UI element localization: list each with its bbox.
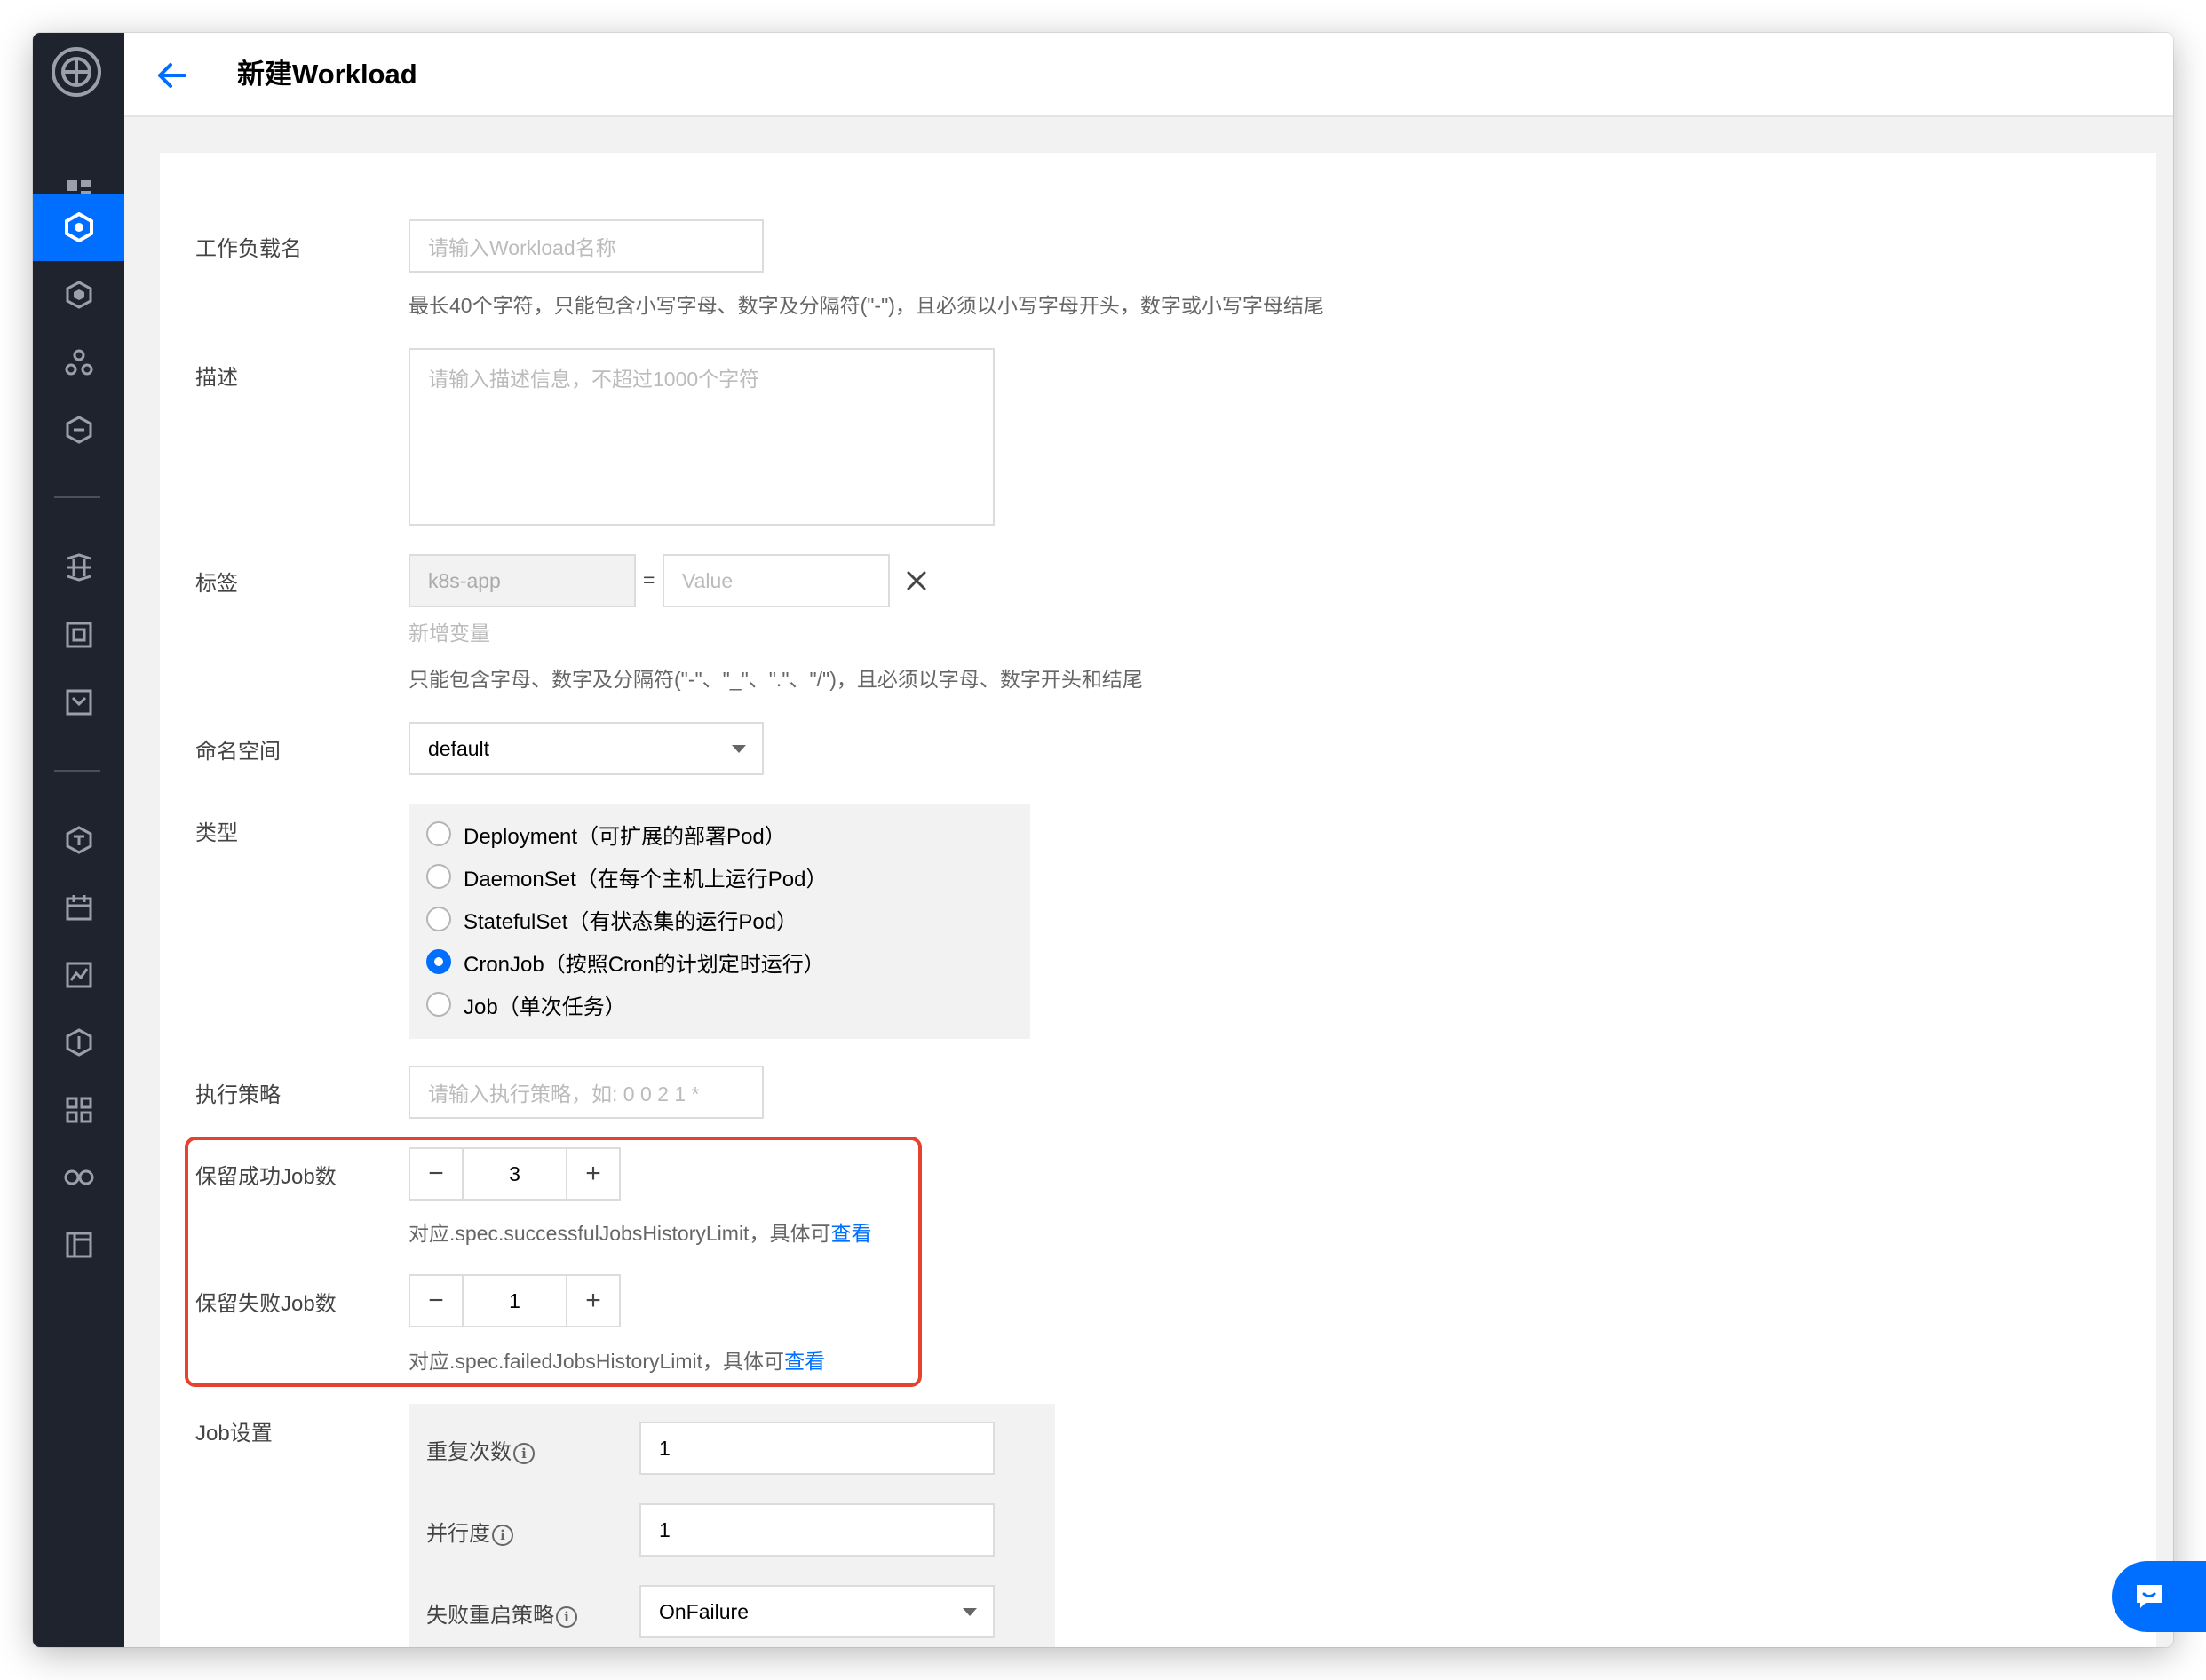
sidebar-divider: [54, 496, 100, 498]
storage-icon[interactable]: [33, 601, 124, 669]
type-option-label: CronJob（按照Cron的计划定时运行）: [464, 952, 825, 977]
security-icon[interactable]: [33, 1009, 124, 1076]
radio-button[interactable]: [426, 821, 451, 846]
remove-label-close-icon[interactable]: [902, 567, 931, 595]
completions-input[interactable]: 1: [639, 1422, 995, 1475]
type-option-label: DaemonSet（在每个主机上运行Pod）: [464, 867, 828, 892]
namespace-select[interactable]: default: [409, 722, 764, 775]
schedule-label: 执行策略: [195, 1083, 281, 1107]
monitor-icon[interactable]: [33, 941, 124, 1009]
description-textarea[interactable]: 请输入描述信息，不超过1000个字符: [409, 348, 995, 526]
failed-jobs-view-link[interactable]: 查看: [784, 1350, 825, 1373]
success-jobs-value[interactable]: 3: [462, 1149, 567, 1199]
page-title: 新建Workload: [237, 59, 417, 90]
service-mesh-icon[interactable]: [33, 396, 124, 464]
type-option-statefulset[interactable]: StatefulSet（有状态集的运行Pod）: [426, 901, 797, 937]
completions-label-text: 重复次数: [426, 1440, 512, 1464]
docs-icon[interactable]: [33, 1211, 124, 1279]
increment-button[interactable]: +: [567, 1276, 619, 1326]
labels-label: 标签: [195, 572, 238, 596]
label-value-input[interactable]: Value: [663, 554, 890, 607]
failed-jobs-help-text: 对应.spec.failedJobsHistoryLimit，具体可: [409, 1350, 785, 1373]
apps-icon[interactable]: [33, 1076, 124, 1144]
parallelism-label-text: 并行度: [426, 1522, 490, 1546]
chevron-down-icon: [732, 745, 746, 753]
workload-name-input[interactable]: 请输入Workload名称: [409, 219, 764, 273]
restart-policy-label: 失败重启策略 i: [426, 1597, 577, 1628]
completions-label: 重复次数 i: [426, 1434, 535, 1465]
increment-button[interactable]: +: [567, 1149, 619, 1199]
chevron-down-icon: [963, 1608, 977, 1616]
cluster-icon[interactable]: [33, 194, 124, 261]
sidebar-divider: [54, 770, 100, 772]
type-label: 类型: [195, 821, 238, 845]
parallelism-input[interactable]: 1: [639, 1503, 995, 1557]
failed-jobs-stepper: − 1 +: [409, 1274, 621, 1327]
type-option-label: Job（单次任务）: [464, 995, 626, 1019]
cube-icon[interactable]: [33, 806, 124, 874]
type-option-cronjob[interactable]: CronJob（按照Cron的计划定时运行）: [426, 944, 825, 979]
chat-support-button[interactable]: [2112, 1561, 2206, 1632]
failed-jobs-help: 对应.spec.failedJobsHistoryLimit，具体可查看: [409, 1344, 825, 1375]
calendar-icon[interactable]: [33, 874, 124, 941]
radio-button-checked[interactable]: [426, 949, 451, 974]
add-label-link[interactable]: 新增变量: [409, 616, 490, 646]
description-label: 描述: [195, 366, 238, 390]
workload-name-help: 最长40个字符，只能包含小写字母、数字及分隔符("-")，且必须以小写字母开头，…: [409, 294, 1324, 317]
back-arrow-icon[interactable]: [155, 58, 190, 93]
workload-type-radio-group: Deployment（可扩展的部署Pod） DaemonSet（在每个主机上运行…: [409, 804, 1030, 1039]
radio-button[interactable]: [426, 864, 451, 889]
page-header: 新建Workload: [124, 33, 2173, 117]
restart-policy-value: OnFailure: [659, 1599, 749, 1623]
info-icon[interactable]: i: [556, 1605, 577, 1628]
type-option-job[interactable]: Job（单次任务）: [426, 987, 626, 1022]
success-jobs-help: 对应.spec.successfulJobsHistoryLimit，具体可查看: [409, 1216, 871, 1247]
workload-name-label: 工作负载名: [195, 237, 302, 261]
label-equals-sign: =: [643, 568, 655, 591]
image-icon[interactable]: [33, 261, 124, 329]
schedule-input[interactable]: 请输入执行策略，如: 0 0 2 1 *: [409, 1066, 764, 1119]
job-settings-label: Job设置: [195, 1422, 273, 1446]
log-icon[interactable]: [33, 669, 124, 736]
failed-jobs-value[interactable]: 1: [462, 1276, 567, 1326]
failed-jobs-label: 保留失败Job数: [195, 1292, 337, 1316]
labels-help: 只能包含字母、数字及分隔符("-"、"_"、"."、"/")，且必须以字母、数字…: [409, 668, 1143, 691]
helm-icon[interactable]: [33, 329, 124, 396]
link-icon[interactable]: [33, 1144, 124, 1211]
decrement-button[interactable]: −: [410, 1276, 462, 1326]
type-option-daemonset[interactable]: DaemonSet（在每个主机上运行Pod）: [426, 859, 827, 894]
decrement-button[interactable]: −: [410, 1149, 462, 1199]
job-settings-panel: 重复次数 i 1 并行度 i 1 失败重启策略 i OnFailure: [409, 1404, 1055, 1647]
middleware-icon[interactable]: [33, 534, 124, 601]
app-window: 新建Workload 工作负载名 请输入Workload名称 最长40个字符，只…: [33, 33, 2173, 1647]
type-option-label: StatefulSet（有状态集的运行Pod）: [464, 909, 798, 934]
success-jobs-help-text: 对应.spec.successfulJobsHistoryLimit，具体可: [409, 1222, 831, 1245]
restart-policy-label-text: 失败重启策略: [426, 1604, 554, 1628]
namespace-label: 命名空间: [195, 740, 281, 764]
type-option-deployment[interactable]: Deployment（可扩展的部署Pod）: [426, 816, 786, 852]
type-option-label: Deployment（可扩展的部署Pod）: [464, 824, 786, 849]
info-icon[interactable]: i: [492, 1524, 513, 1546]
success-jobs-view-link[interactable]: 查看: [830, 1222, 871, 1245]
chat-icon: [2137, 1585, 2162, 1608]
info-icon[interactable]: i: [513, 1442, 535, 1464]
logo-icon[interactable]: [50, 45, 103, 99]
form-card: 工作负载名 请输入Workload名称 最长40个字符，只能包含小写字母、数字及…: [160, 153, 2156, 1647]
namespace-select-value: default: [428, 736, 490, 760]
success-jobs-label: 保留成功Job数: [195, 1165, 337, 1189]
radio-button[interactable]: [426, 907, 451, 931]
parallelism-label: 并行度 i: [426, 1516, 513, 1547]
radio-button[interactable]: [426, 992, 451, 1017]
label-key-input: k8s-app: [409, 554, 636, 607]
sidebar: [33, 33, 124, 1647]
success-jobs-stepper: − 3 +: [409, 1147, 621, 1201]
restart-policy-select[interactable]: OnFailure: [639, 1585, 995, 1638]
